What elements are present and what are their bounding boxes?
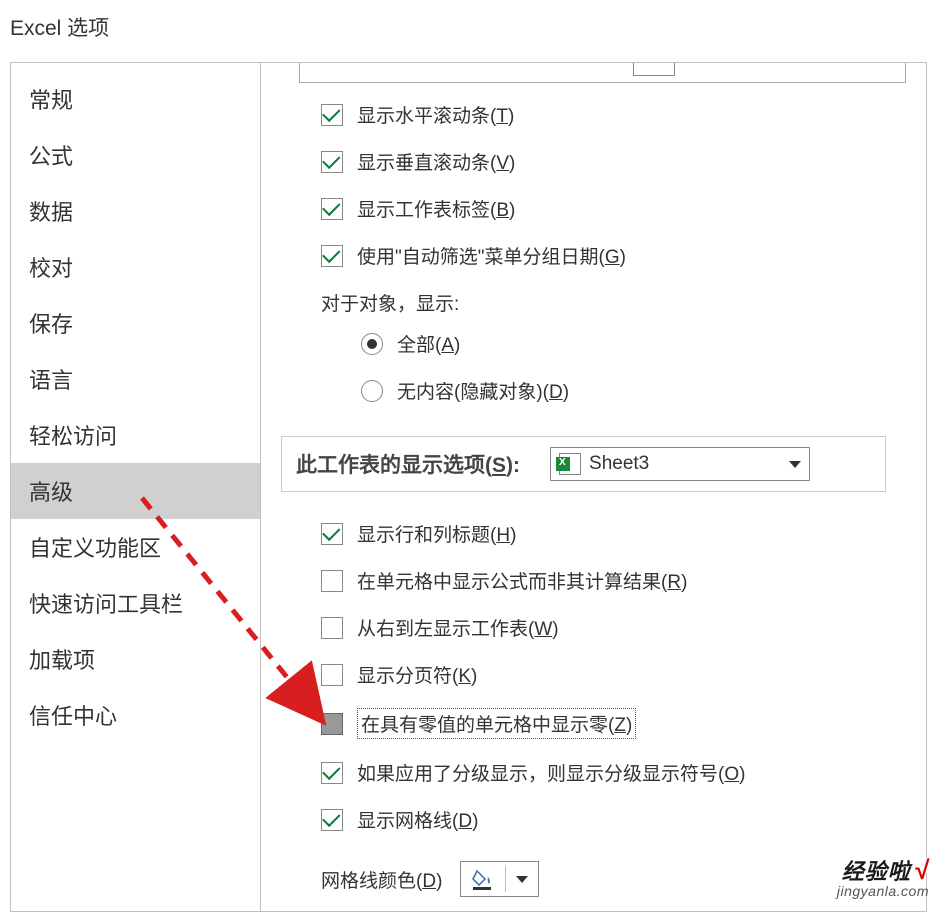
checkbox-row: 显示垂直滚动条(V): [261, 138, 926, 185]
checkbox-row: 显示分页符(K): [261, 651, 926, 698]
checkbox-label[interactable]: 显示行和列标题(H): [357, 520, 516, 547]
sidebar-item[interactable]: 语言: [11, 351, 260, 407]
sheet-selector[interactable]: Sheet3: [550, 447, 810, 481]
gridline-color-picker[interactable]: [460, 861, 539, 897]
sidebar-item[interactable]: 自定义功能区: [11, 519, 260, 575]
checkbox[interactable]: [321, 151, 343, 173]
radio-row: 全部(A): [261, 320, 926, 367]
checkbox-label[interactable]: 显示分页符(K): [357, 661, 477, 688]
fill-color-icon: [471, 867, 495, 891]
truncated-selector[interactable]: [633, 63, 675, 76]
truncated-section-header: [299, 63, 906, 83]
checkbox-row: 从右到左显示工作表(W): [261, 604, 926, 651]
checkbox-row: 显示工作表标签(B): [261, 185, 926, 232]
checkbox[interactable]: [321, 104, 343, 126]
checkbox-row: 使用"自动筛选"菜单分组日期(G): [261, 232, 926, 279]
sidebar-item[interactable]: 常规: [11, 71, 260, 127]
radio-label[interactable]: 无内容(隐藏对象)(D): [397, 377, 569, 404]
worksheet-display-title: 此工作表的显示选项(S):: [296, 449, 520, 479]
sidebar-item[interactable]: 校对: [11, 239, 260, 295]
checkbox-label[interactable]: 使用"自动筛选"菜单分组日期(G): [357, 242, 626, 269]
gridline-color-row: 网格线颜色(D): [261, 843, 926, 907]
checkbox[interactable]: [321, 245, 343, 267]
separator: [505, 866, 506, 892]
excel-sheet-icon: [559, 453, 581, 475]
checkbox[interactable]: [321, 809, 343, 831]
watermark: 经验啦√ jingyanla.com: [837, 857, 929, 899]
dialog-body: 常规公式数据校对保存语言轻松访问高级自定义功能区快速访问工具栏加载项信任中心 显…: [10, 62, 927, 912]
sidebar-item[interactable]: 高级: [11, 463, 260, 519]
chevron-down-icon: [516, 876, 528, 883]
checkbox[interactable]: [321, 570, 343, 592]
content-pane: 显示水平滚动条(T) 显示垂直滚动条(V) 显示工作表标签(B) 使用"自动筛选"菜单…: [261, 63, 926, 911]
radio[interactable]: [361, 380, 383, 402]
checkbox-row: 显示水平滚动条(T): [261, 91, 926, 138]
objects-display-label: 对于对象，显示:: [261, 279, 926, 320]
checkbox-label[interactable]: 显示垂直滚动条(V): [357, 148, 515, 175]
checkbox-row: 在具有零值的单元格中显示零(Z): [261, 698, 926, 749]
radio-label[interactable]: 全部(A): [397, 330, 460, 357]
checkbox-label[interactable]: 从右到左显示工作表(W): [357, 614, 559, 641]
checkbox-row: 显示行和列标题(H): [261, 510, 926, 557]
sidebar-item[interactable]: 信任中心: [11, 687, 260, 743]
chevron-down-icon: [789, 461, 801, 468]
gridline-color-label: 网格线颜色(D): [321, 866, 442, 893]
checkbox-label[interactable]: 在单元格中显示公式而非其计算结果(R): [357, 567, 687, 594]
checkbox-label[interactable]: 如果应用了分级显示，则显示分级显示符号(O): [357, 759, 745, 786]
sidebar-item[interactable]: 数据: [11, 183, 260, 239]
checkbox-label[interactable]: 显示工作表标签(B): [357, 195, 515, 222]
checkbox-row: 在单元格中显示公式而非其计算结果(R): [261, 557, 926, 604]
sidebar: 常规公式数据校对保存语言轻松访问高级自定义功能区快速访问工具栏加载项信任中心: [11, 63, 261, 911]
checkbox[interactable]: [321, 713, 343, 735]
checkbox-row: 显示网格线(D): [261, 796, 926, 843]
sidebar-item[interactable]: 公式: [11, 127, 260, 183]
checkbox[interactable]: [321, 198, 343, 220]
checkbox-label[interactable]: 在具有零值的单元格中显示零(Z): [357, 708, 636, 739]
sidebar-item[interactable]: 加载项: [11, 631, 260, 687]
radio[interactable]: [361, 333, 383, 355]
worksheet-display-header: 此工作表的显示选项(S): Sheet3: [281, 436, 886, 492]
checkbox-label[interactable]: 显示水平滚动条(T): [357, 101, 514, 128]
sidebar-item[interactable]: 保存: [11, 295, 260, 351]
checkbox[interactable]: [321, 523, 343, 545]
checkbox[interactable]: [321, 617, 343, 639]
checkbox-row: 如果应用了分级显示，则显示分级显示符号(O): [261, 749, 926, 796]
checkbox[interactable]: [321, 762, 343, 784]
sheet-name: Sheet3: [589, 453, 649, 475]
sidebar-item[interactable]: 轻松访问: [11, 407, 260, 463]
radio-row: 无内容(隐藏对象)(D): [261, 367, 926, 414]
checkbox[interactable]: [321, 664, 343, 686]
sidebar-item[interactable]: 快速访问工具栏: [11, 575, 260, 631]
checkbox-label[interactable]: 显示网格线(D): [357, 806, 478, 833]
window-title: Excel 选项: [0, 0, 937, 54]
